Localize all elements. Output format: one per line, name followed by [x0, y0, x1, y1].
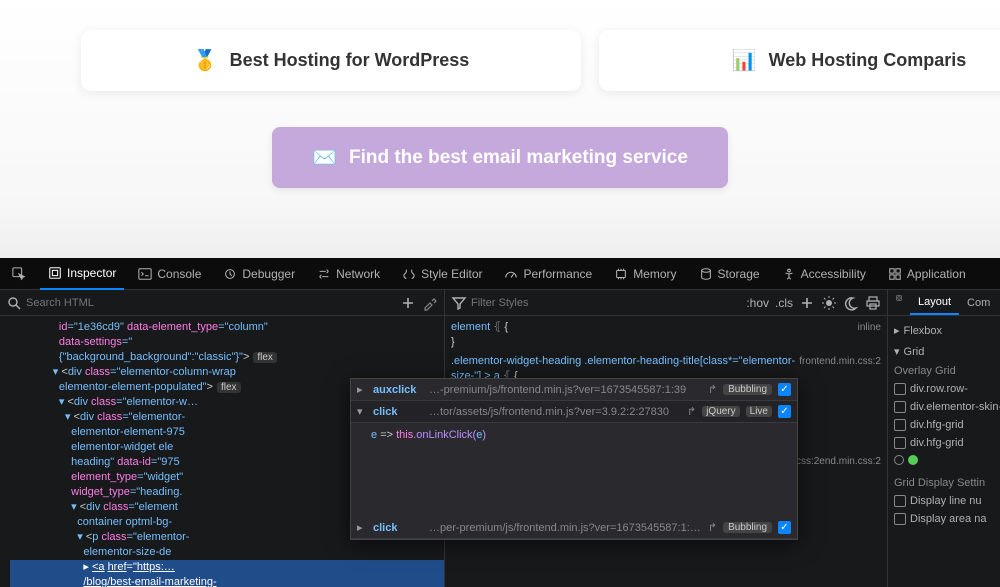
- element-picker-button[interactable]: [4, 258, 34, 290]
- tab-label: Application: [907, 267, 966, 281]
- tab-style-editor[interactable]: Style Editor: [394, 258, 490, 290]
- tab-label: Debugger: [242, 267, 295, 281]
- listener-toggle[interactable]: ✓: [778, 383, 791, 396]
- hov-toggle[interactable]: :hov: [746, 296, 769, 310]
- tab-accessibility[interactable]: Accessibility: [774, 258, 874, 290]
- eyedropper-icon[interactable]: [422, 295, 438, 311]
- cta-label: Find the best email marketing service: [349, 147, 688, 169]
- cta-email-marketing[interactable]: ✉️ Find the best email marketing service: [272, 127, 728, 188]
- tab-console[interactable]: Console: [130, 258, 209, 290]
- rule-source[interactable]: frontend.min.css:2: [799, 354, 881, 369]
- tab-performance[interactable]: Performance: [496, 258, 600, 290]
- event-row-click-2[interactable]: ▸ click …per-premium/js/frontend.min.js?…: [351, 517, 797, 539]
- tab-label: Inspector: [67, 266, 116, 280]
- dark-mode-icon[interactable]: [843, 295, 859, 311]
- jquery-badge: jQuery: [702, 406, 739, 417]
- card-label: Best Hosting for WordPress: [230, 50, 470, 71]
- listener-toggle[interactable]: ✓: [778, 405, 791, 418]
- bubbling-badge: Bubbling: [723, 384, 772, 395]
- grid-item[interactable]: div.elementor-skin-classic.el: [892, 398, 996, 416]
- search-icon: [6, 295, 22, 311]
- funnel-icon: [451, 295, 467, 311]
- webpage-content: 🥇 Best Hosting for WordPress 📊 Web Hosti…: [0, 0, 1000, 258]
- dom-selected-node[interactable]: ▸ <a href="https:…: [10, 560, 444, 575]
- add-node-button[interactable]: [400, 295, 416, 311]
- rule-source[interactable]: end.min.css:2: [819, 454, 881, 469]
- tab-computed[interactable]: Com: [959, 290, 998, 315]
- card-hosting-comparison[interactable]: 📊 Web Hosting Comparis: [599, 30, 1000, 91]
- grid-section[interactable]: ▾ Grid: [892, 341, 996, 362]
- grid-item[interactable]: div.row.row-: [892, 380, 996, 398]
- medal-icon: 🥇: [193, 48, 218, 73]
- tab-application[interactable]: Application: [880, 258, 974, 290]
- bubbling-badge: Bubbling: [723, 522, 772, 533]
- tab-label: Performance: [523, 267, 592, 281]
- layout-panel: Layout Com ▸ Flexbox ▾ Grid Overlay Grid…: [888, 290, 1000, 587]
- flexbox-section[interactable]: ▸ Flexbox: [892, 320, 996, 341]
- event-handler-code: e => this.onLinkClick(e): [351, 423, 797, 447]
- display-line-numbers[interactable]: Display line nu: [892, 492, 996, 510]
- flex-badge[interactable]: flex: [217, 382, 241, 393]
- grid-item[interactable]: div.hfg-grid: [892, 434, 996, 452]
- flex-badge[interactable]: flex: [253, 352, 277, 363]
- color-dot[interactable]: [894, 455, 904, 465]
- card-best-hosting[interactable]: 🥇 Best Hosting for WordPress: [81, 30, 581, 91]
- card-label: Web Hosting Comparis: [769, 50, 967, 71]
- goto-source-icon[interactable]: ↱: [687, 405, 696, 418]
- tab-label: Memory: [633, 267, 676, 281]
- add-rule-button[interactable]: [799, 295, 815, 311]
- listener-toggle[interactable]: ✓: [778, 521, 791, 534]
- goto-source-icon[interactable]: ↱: [708, 521, 717, 534]
- tab-layout[interactable]: Layout: [910, 290, 959, 315]
- tab-label: Console: [157, 267, 201, 281]
- tab-network[interactable]: Network: [309, 258, 388, 290]
- tab-debugger[interactable]: Debugger: [215, 258, 303, 290]
- event-row-auxclick[interactable]: ▸ auxclick …-premium/js/frontend.min.js?…: [351, 379, 797, 401]
- search-html[interactable]: [6, 295, 394, 311]
- grid-item[interactable]: div.hfg-grid: [892, 416, 996, 434]
- mail-icon: ✉️: [312, 145, 337, 170]
- tab-label: Storage: [718, 267, 760, 281]
- rule-source[interactable]: inline: [858, 320, 881, 335]
- devtools-tabbar: Inspector Console Debugger Network Style…: [0, 258, 1000, 290]
- tab-storage[interactable]: Storage: [691, 258, 768, 290]
- layout-view-icon[interactable]: [888, 290, 910, 306]
- tab-label: Network: [336, 267, 380, 281]
- light-mode-icon[interactable]: [821, 295, 837, 311]
- color-dot[interactable]: [908, 455, 918, 465]
- event-listeners-popup: ▸ auxclick …-premium/js/frontend.min.js?…: [350, 378, 798, 540]
- search-html-input[interactable]: [26, 297, 146, 309]
- tab-memory[interactable]: Memory: [606, 258, 684, 290]
- event-row-click[interactable]: ▾ click …tor/assets/js/frontend.min.js?v…: [351, 401, 797, 423]
- filter-styles[interactable]: [451, 295, 740, 311]
- tab-label: Style Editor: [421, 267, 482, 281]
- print-icon[interactable]: [865, 295, 881, 311]
- live-badge: Live: [746, 406, 772, 417]
- grid-display-settings: Grid Display Settin: [892, 474, 996, 492]
- chart-icon: 📊: [732, 48, 757, 73]
- filter-styles-input[interactable]: [471, 297, 551, 309]
- display-area-names[interactable]: Display area na: [892, 510, 996, 528]
- cls-toggle[interactable]: .cls: [775, 296, 793, 310]
- goto-source-icon[interactable]: ↱: [708, 383, 717, 396]
- overlay-grid-label: Overlay Grid: [892, 362, 996, 380]
- tab-label: Accessibility: [801, 267, 866, 281]
- tab-inspector[interactable]: Inspector: [40, 258, 124, 290]
